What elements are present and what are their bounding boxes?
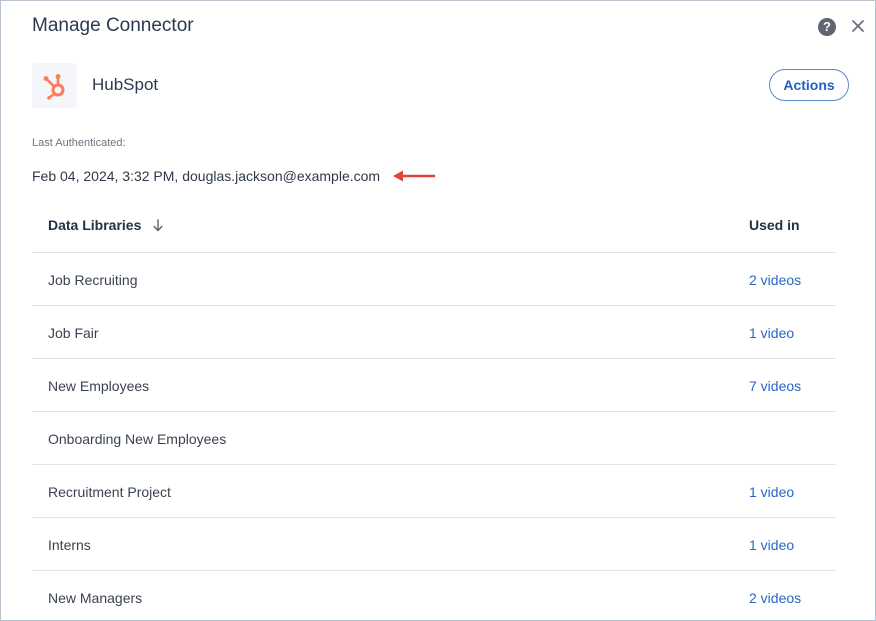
library-name: New Employees bbox=[48, 378, 150, 394]
column-header-label: Data Libraries bbox=[48, 217, 142, 233]
last-authenticated-value: Feb 04, 2024, 3:32 PM, douglas.jackson@e… bbox=[32, 168, 381, 184]
data-libraries-table: Data Libraries Used in Job Recruiting 2 … bbox=[32, 199, 836, 620]
connector-name: HubSpot bbox=[92, 75, 159, 94]
table-row[interactable]: Onboarding New Employees bbox=[32, 412, 836, 465]
arrow-down-icon bbox=[153, 219, 163, 232]
used-in-link[interactable]: 7 videos bbox=[749, 378, 801, 394]
table-row[interactable]: Job Recruiting 2 videos bbox=[32, 253, 836, 306]
last-authenticated-label: Last Authenticated: bbox=[32, 137, 126, 149]
dialog-title: Manage Connector bbox=[32, 15, 194, 36]
connector-logo bbox=[32, 63, 77, 108]
help-icon[interactable]: ? bbox=[818, 18, 836, 36]
library-name: Job Recruiting bbox=[48, 272, 138, 288]
library-name: Onboarding New Employees bbox=[48, 431, 227, 447]
table-header: Data Libraries Used in bbox=[32, 199, 836, 253]
hubspot-logo-icon bbox=[43, 73, 64, 100]
used-in-link[interactable]: 1 video bbox=[749, 537, 794, 553]
table-row[interactable]: New Employees 7 videos bbox=[32, 359, 836, 412]
table-row[interactable]: New Managers 2 videos bbox=[32, 571, 836, 620]
library-name: Job Fair bbox=[48, 325, 99, 341]
table-row[interactable]: Job Fair 1 video bbox=[32, 306, 836, 359]
table-row[interactable]: Interns 1 video bbox=[32, 518, 836, 571]
used-in-link[interactable]: 2 videos bbox=[749, 272, 801, 288]
column-header-used-in: Used in bbox=[749, 217, 800, 233]
red-arrow-icon bbox=[393, 170, 436, 182]
manage-connector-dialog: Manage Connector ? HubSpot Actions Last … bbox=[0, 0, 876, 621]
close-icon[interactable] bbox=[850, 18, 866, 34]
used-in-link[interactable]: 2 videos bbox=[749, 590, 801, 606]
library-name: New Managers bbox=[48, 590, 143, 606]
actions-button[interactable]: Actions bbox=[769, 69, 849, 101]
library-name: Recruitment Project bbox=[48, 484, 171, 500]
library-name: Interns bbox=[48, 537, 91, 553]
column-header-data-libraries[interactable]: Data Libraries bbox=[48, 217, 163, 233]
used-in-link[interactable]: 1 video bbox=[749, 484, 794, 500]
used-in-link[interactable]: 1 video bbox=[749, 325, 794, 341]
table-row[interactable]: Recruitment Project 1 video bbox=[32, 465, 836, 518]
